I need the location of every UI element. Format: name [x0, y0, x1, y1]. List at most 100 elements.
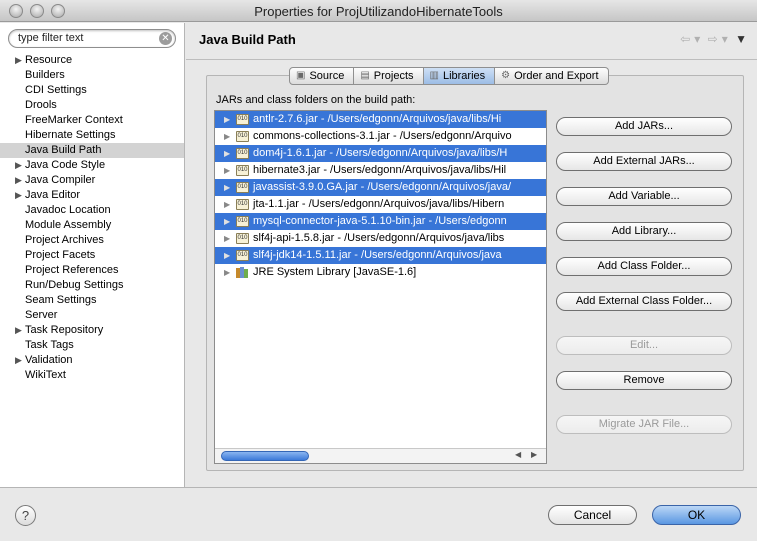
sidebar-item-label: CDI Settings — [25, 84, 87, 96]
sidebar-item[interactable]: Task Tags — [0, 338, 184, 353]
sidebar-item[interactable]: Project Archives — [0, 233, 184, 248]
expand-arrow-icon[interactable]: ▶ — [15, 158, 22, 173]
sidebar-item-label: Java Code Style — [25, 159, 106, 171]
migrate-jar-button[interactable]: Migrate JAR File... — [556, 415, 732, 434]
source-folder-icon: ▣ — [296, 70, 306, 81]
sidebar-item[interactable]: ▶ Java Compiler — [0, 173, 184, 188]
library-entry[interactable]: ▶ 010 jta-1.1.jar - /Users/edgonn/Arquivos… — [215, 196, 546, 213]
library-entry[interactable]: ▶ 010 slf4j-jdk14-1.5.11.jar - /Users/edgo… — [215, 247, 546, 264]
expand-arrow-icon[interactable]: ▶ — [224, 128, 230, 145]
sidebar-item[interactable]: Seam Settings — [0, 293, 184, 308]
tab-source[interactable]: ▣ Source — [289, 67, 355, 85]
help-icon[interactable]: ? — [15, 505, 36, 526]
sidebar-item[interactable]: Hibernate Settings — [0, 128, 184, 143]
add-class-folder-button[interactable]: Add Class Folder... — [556, 257, 732, 276]
sidebar-item[interactable]: Javadoc Location — [0, 203, 184, 218]
expand-arrow-icon[interactable]: ▶ — [15, 323, 22, 338]
expand-arrow-icon[interactable]: ▶ — [15, 353, 22, 368]
library-entry[interactable]: ▶ 010 javassist-3.9.0.GA.jar - /Users/edgo… — [215, 179, 546, 196]
expand-arrow-icon[interactable]: ▶ — [15, 188, 22, 203]
sidebar-item[interactable]: FreeMarker Context — [0, 113, 184, 128]
tab-label: Libraries — [442, 70, 486, 82]
clear-search-icon[interactable]: ✕ — [159, 32, 172, 45]
add-jars-button[interactable]: Add JARs... — [556, 117, 732, 136]
cancel-button[interactable]: Cancel — [548, 505, 637, 525]
library-entry-label: hibernate3.jar - /Users/edgonn/Arquivos/… — [253, 164, 507, 176]
expand-arrow-icon[interactable]: ▶ — [224, 264, 230, 281]
tab-order-and-export[interactable]: ⚙ Order and Export — [495, 67, 609, 85]
view-menu-icon[interactable]: ▼ — [735, 32, 747, 46]
sidebar-item[interactable]: Module Assembly — [0, 218, 184, 233]
sidebar-item-label: Drools — [25, 99, 57, 111]
expand-arrow-icon[interactable]: ▶ — [15, 173, 22, 188]
add-library-button[interactable]: Add Library... — [556, 222, 732, 241]
library-entry[interactable]: ▶ 010 mysql-connector-java-5.1.10-bin.jar … — [215, 213, 546, 230]
library-entry[interactable]: ▶ 010 antlr-2.7.6.jar - /Users/edgonn/Arqu… — [215, 111, 546, 128]
library-entry[interactable]: ▶ 010 commons-collections-3.1.jar - /Users… — [215, 128, 546, 145]
sidebar-item-label: Module Assembly — [25, 219, 112, 231]
back-menu-icon[interactable]: ▾ — [694, 32, 700, 46]
expand-arrow-icon[interactable]: ▶ — [224, 179, 230, 196]
library-entry[interactable]: ▶ 010 slf4j-api-1.5.8.jar - /Users/edgonn/… — [215, 230, 546, 247]
tab-projects[interactable]: ▤ Projects — [354, 67, 424, 85]
expand-arrow-icon[interactable]: ▶ — [224, 196, 230, 213]
sidebar-item[interactable]: Server — [0, 308, 184, 323]
preference-tree: ▶ Resource Builders CDI Settings Drools FreeM… — [0, 53, 184, 383]
libraries-list-label: JARs and class folders on the build path… — [216, 94, 416, 106]
sidebar-item[interactable]: Project Facets — [0, 248, 184, 263]
scroll-left-icon[interactable]: ◀ — [515, 450, 521, 459]
tab-libraries[interactable]: ▥ Libraries — [423, 67, 496, 85]
sidebar-item[interactable]: ▶ Validation — [0, 353, 184, 368]
sidebar-item[interactable]: Project References — [0, 263, 184, 278]
library-entry[interactable]: ▶ 010 dom4j-1.6.1.jar - /Users/edgonn/Arqu… — [215, 145, 546, 162]
scrollbar-thumb[interactable] — [221, 451, 309, 461]
jar-file-icon: 010 — [236, 216, 249, 227]
library-entry-label: commons-collections-3.1.jar - /Users/edg… — [253, 130, 512, 142]
sidebar-item[interactable]: Drools — [0, 98, 184, 113]
header-divider — [186, 59, 757, 60]
forward-arrow-icon[interactable]: ⇨ — [708, 32, 718, 46]
sidebar-item[interactable]: WikiText — [0, 368, 184, 383]
expand-arrow-icon[interactable]: ▶ — [15, 53, 22, 68]
library-entry[interactable]: ▶ JRE System Library [JavaSE-1.6] — [215, 264, 546, 281]
edit-button[interactable]: Edit... — [556, 336, 732, 355]
sidebar-item-label: Seam Settings — [25, 294, 97, 306]
expand-arrow-icon[interactable]: ▶ — [224, 213, 230, 230]
add-external-class-folder-button[interactable]: Add External Class Folder... — [556, 292, 732, 311]
expand-arrow-icon[interactable]: ▶ — [224, 111, 230, 128]
sidebar-item-label: Task Repository — [25, 324, 104, 336]
add-external-jars-button[interactable]: Add External JARs... — [556, 152, 732, 171]
order-export-icon: ⚙ — [501, 70, 511, 81]
library-entry[interactable]: ▶ 010 hibernate3.jar - /Users/edgonn/Arqui… — [215, 162, 546, 179]
filter-input[interactable] — [18, 32, 158, 44]
horizontal-scrollbar[interactable]: ◀ ▶ — [215, 448, 546, 463]
sidebar-item[interactable]: CDI Settings — [0, 83, 184, 98]
jar-file-icon: 010 — [236, 182, 249, 193]
sidebar-item[interactable]: ▶ Java Code Style — [0, 158, 184, 173]
expand-arrow-icon[interactable]: ▶ — [224, 145, 230, 162]
jar-file-icon: 010 — [236, 148, 249, 159]
expand-arrow-icon[interactable]: ▶ — [224, 247, 230, 264]
sidebar-item[interactable]: Run/Debug Settings — [0, 278, 184, 293]
sidebar-item[interactable]: ▶ Resource — [0, 53, 184, 68]
sidebar-item[interactable]: ▶ Task Repository — [0, 323, 184, 338]
forward-menu-icon[interactable]: ▾ — [722, 32, 728, 46]
ok-button[interactable]: OK — [652, 505, 741, 525]
filter-search-field[interactable]: ✕ — [8, 29, 176, 48]
page-header: Java Build Path ⇦ ▾ ⇨ ▾ ▼ — [186, 23, 757, 59]
remove-button[interactable]: Remove — [556, 371, 732, 390]
sidebar-item-label: Server — [25, 309, 58, 321]
scroll-right-icon[interactable]: ▶ — [531, 450, 537, 459]
back-arrow-icon[interactable]: ⇦ — [680, 32, 690, 46]
sidebar-item[interactable]: Builders — [0, 68, 184, 83]
add-variable-button[interactable]: Add Variable... — [556, 187, 732, 206]
preference-sidebar: ✕ ▶ResourceBuildersCDI Settings Drools Fre… — [0, 23, 185, 487]
sidebar-item-label: Validation — [25, 354, 73, 366]
window-title: Properties for ProjUtilizandoHibernateTo… — [254, 4, 503, 19]
expand-arrow-icon[interactable]: ▶ — [224, 230, 230, 247]
library-entry-label: jta-1.1.jar - /Users/edgonn/Arquivos/jav… — [253, 198, 505, 210]
expand-arrow-icon[interactable]: ▶ — [224, 162, 230, 179]
sidebar-item[interactable]: ▶ Java Editor — [0, 188, 184, 203]
sidebar-item[interactable]: Java Build Path — [0, 143, 184, 158]
libraries-list[interactable]: ▶ 010 antlr-2.7.6.jar - /Users/edgonn/Arqu… — [214, 110, 547, 464]
